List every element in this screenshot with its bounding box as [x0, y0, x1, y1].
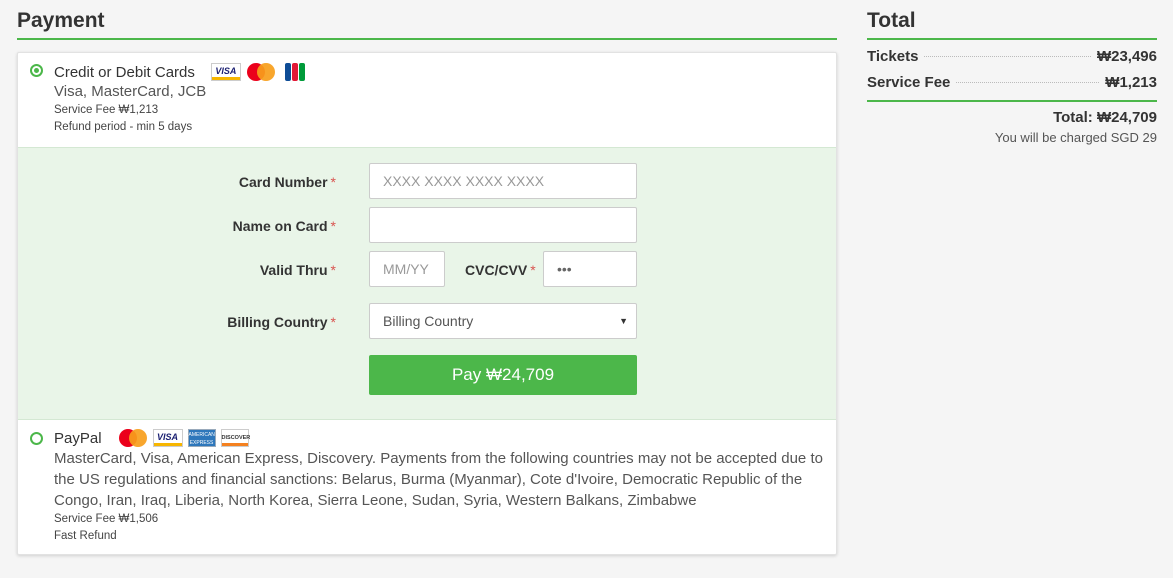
summary-divider — [867, 100, 1157, 102]
card-logos: VISA — [210, 63, 305, 81]
paypal-method-name: PayPal — [54, 429, 102, 447]
required-mark: * — [530, 262, 536, 278]
amex-logo-icon: AMERICAN EXPRESS — [187, 429, 216, 447]
billing-country-select[interactable]: Billing Country ▼ — [369, 303, 637, 339]
pay-button[interactable]: Pay ₩24,709 — [369, 355, 637, 395]
paypal-method-option[interactable]: PayPal VISA AMERICAN EXPRESS DISCOVER Mas… — [18, 420, 836, 554]
valid-thru-label-text: Valid Thru — [259, 262, 328, 278]
discover-logo-icon: DISCOVER — [220, 429, 250, 447]
required-mark: * — [330, 262, 336, 278]
billing-country-label: Billing Country * — [227, 314, 336, 330]
tickets-label: Tickets — [867, 48, 919, 65]
card-method-networks: Visa, MasterCard, JCB — [54, 83, 207, 100]
total-amount: Total: ₩24,709 — [1053, 109, 1157, 126]
payment-methods-card: Credit or Debit Cards VISA Visa, MasterC… — [17, 52, 837, 555]
paypal-method-description: MasterCard, Visa, American Express, Disc… — [54, 450, 823, 509]
cvc-placeholder: ••• — [557, 261, 572, 277]
required-mark: * — [330, 218, 336, 234]
cvc-label-text: CVC/CVV — [465, 262, 528, 278]
visa-logo-icon: VISA — [152, 429, 183, 447]
required-mark: * — [330, 174, 336, 190]
name-on-card-label-text: Name on Card — [232, 218, 328, 234]
leader-dots — [924, 56, 1091, 57]
card-method-option[interactable]: Credit or Debit Cards VISA Visa, MasterC… — [18, 53, 836, 147]
visa-logo-icon: VISA — [210, 63, 241, 81]
cvc-label: CVC/CVV * — [465, 262, 536, 278]
valid-thru-input[interactable]: MM/YY — [369, 251, 445, 287]
billing-country-label-text: Billing Country — [227, 314, 328, 330]
name-on-card-label: Name on Card * — [233, 218, 336, 234]
card-refund-period: Refund period - min 5 days — [54, 121, 193, 133]
total-heading: Total — [867, 0, 1157, 40]
valid-thru-placeholder: MM/YY — [383, 261, 429, 277]
tickets-row: Tickets ₩23,496 — [867, 48, 1157, 68]
service-fee-value: ₩1,213 — [1105, 74, 1157, 91]
mastercard-logo-icon — [118, 429, 148, 447]
chevron-down-icon: ▼ — [619, 316, 628, 326]
card-method-radio[interactable] — [30, 64, 43, 77]
cvc-input[interactable]: ••• — [543, 251, 637, 287]
paypal-method-radio[interactable] — [30, 432, 43, 445]
total-section: Total Tickets ₩23,496 Service Fee ₩1,213… — [867, 0, 1157, 145]
valid-thru-label: Valid Thru * — [260, 262, 336, 278]
card-service-fee: Service Fee ₩1,213 — [54, 104, 159, 116]
card-method-name: Credit or Debit Cards — [54, 63, 195, 81]
total-summary: Tickets ₩23,496 Service Fee ₩1,213 Total… — [867, 48, 1157, 145]
payment-heading: Payment — [17, 0, 837, 40]
required-mark: * — [330, 314, 336, 330]
paypal-title-row: PayPal VISA AMERICAN EXPRESS DISCOVER — [54, 429, 824, 447]
card-method-title-row: Credit or Debit Cards VISA — [54, 63, 824, 81]
paypal-refund: Fast Refund — [54, 530, 117, 542]
billing-country-selected: Billing Country — [383, 313, 474, 329]
service-fee-label: Service Fee — [867, 74, 951, 91]
card-payment-form: Card Number * XXXX XXXX XXXX XXXX Name on… — [18, 147, 836, 420]
card-number-label: Card Number * — [239, 174, 336, 190]
leader-dots — [956, 82, 1100, 83]
mastercard-logo-icon — [246, 63, 276, 81]
tickets-value: ₩23,496 — [1096, 48, 1157, 65]
jcb-logo-icon — [284, 63, 305, 81]
paypal-service-fee: Service Fee ₩1,506 — [54, 513, 159, 525]
charged-amount: You will be charged SGD 29 — [994, 130, 1157, 145]
card-number-placeholder: XXXX XXXX XXXX XXXX — [383, 173, 545, 189]
service-fee-row: Service Fee ₩1,213 — [867, 74, 1157, 94]
name-on-card-input[interactable] — [369, 207, 637, 243]
card-number-label-text: Card Number — [238, 174, 328, 190]
payment-section: Payment Credit or Debit Cards VISA Visa,… — [17, 0, 837, 555]
paypal-logos: VISA AMERICAN EXPRESS DISCOVER — [118, 429, 250, 447]
card-number-input[interactable]: XXXX XXXX XXXX XXXX — [369, 163, 637, 199]
